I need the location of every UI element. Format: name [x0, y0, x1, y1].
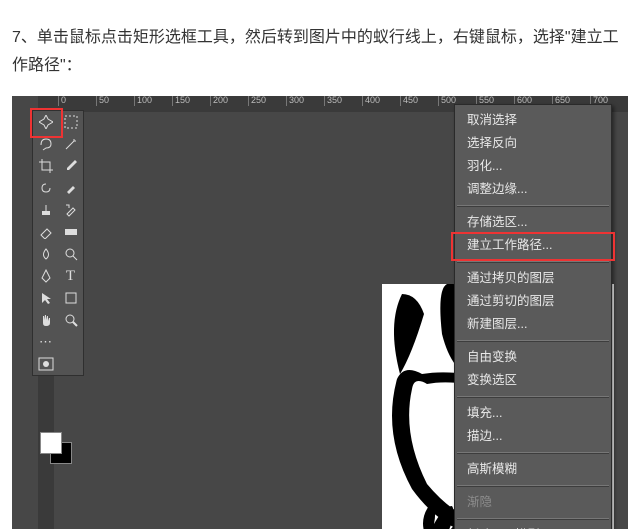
zoom-tool[interactable] — [58, 309, 83, 331]
ruler-tick: 0 — [58, 96, 66, 106]
edit-toolbar[interactable]: ⋯ — [33, 331, 58, 353]
ruler-tick: 300 — [286, 96, 304, 106]
tools-panel: T ⋯ — [32, 110, 84, 376]
context-menu-separator — [457, 261, 609, 263]
context-menu-item[interactable]: 高斯模糊 — [455, 458, 611, 481]
ruler-tick: 200 — [210, 96, 228, 106]
hand-tool[interactable] — [33, 309, 58, 331]
magic-wand-tool[interactable] — [58, 133, 83, 155]
context-menu-item[interactable]: 羽化... — [455, 155, 611, 178]
move-tool[interactable] — [33, 111, 58, 133]
context-menu-item[interactable]: 调整边缘... — [455, 178, 611, 201]
context-menu-item[interactable]: 变换选区 — [455, 369, 611, 392]
color-swatches[interactable] — [40, 432, 72, 464]
ruler-tick: 350 — [324, 96, 342, 106]
quick-mask-toggle[interactable] — [33, 353, 58, 375]
gradient-tool[interactable] — [58, 221, 83, 243]
ruler-tick: 150 — [172, 96, 190, 106]
ruler-tick: 100 — [134, 96, 152, 106]
photoshop-screenshot: 0501001502002503003504004505005506006507… — [12, 96, 628, 529]
context-menu-item[interactable]: 新建 3D 模型 — [455, 524, 611, 529]
step-instruction: 7、单击鼠标点击矩形选框工具，然后转到图片中的蚁行线上，右键鼠标，选择"建立工作… — [12, 24, 628, 80]
context-menu-item[interactable]: 建立工作路径... — [455, 234, 611, 257]
context-menu-item[interactable]: 新建图层... — [455, 313, 611, 336]
ruler-tick: 250 — [248, 96, 266, 106]
eraser-tool[interactable] — [33, 221, 58, 243]
context-menu-item[interactable]: 通过拷贝的图层 — [455, 267, 611, 290]
context-menu-item[interactable]: 自由变换 — [455, 346, 611, 369]
context-menu-item[interactable]: 填充... — [455, 402, 611, 425]
healing-brush-tool[interactable] — [33, 177, 58, 199]
path-selection-tool[interactable] — [33, 287, 58, 309]
dodge-tool[interactable] — [58, 243, 83, 265]
context-menu-separator — [457, 340, 609, 342]
clone-stamp-tool[interactable] — [33, 199, 58, 221]
blur-tool[interactable] — [33, 243, 58, 265]
context-menu-separator — [457, 518, 609, 520]
ruler-tick: 50 — [96, 96, 109, 106]
ruler-tick: 400 — [362, 96, 380, 106]
context-menu-item: 渐隐 — [455, 491, 611, 514]
context-menu-separator — [457, 452, 609, 454]
crop-tool[interactable] — [33, 155, 58, 177]
foreground-color-swatch[interactable] — [40, 432, 62, 454]
history-brush-tool[interactable] — [58, 199, 83, 221]
context-menu-separator — [457, 396, 609, 398]
type-tool[interactable]: T — [58, 265, 83, 287]
rectangular-marquee-tool[interactable] — [58, 111, 83, 133]
pen-tool[interactable] — [33, 265, 58, 287]
context-menu-item[interactable]: 存储选区... — [455, 211, 611, 234]
context-menu-item[interactable]: 选择反向 — [455, 132, 611, 155]
lasso-tool[interactable] — [33, 133, 58, 155]
context-menu-item[interactable]: 取消选择 — [455, 109, 611, 132]
brush-tool[interactable] — [58, 177, 83, 199]
ruler-tick: 450 — [400, 96, 418, 106]
context-menu: 取消选择选择反向羽化...调整边缘... 存储选区...建立工作路径... 通过拷贝… — [454, 104, 612, 529]
eyedropper-tool[interactable] — [58, 155, 83, 177]
shape-tool[interactable] — [58, 287, 83, 309]
context-menu-item[interactable]: 描边... — [455, 425, 611, 448]
context-menu-separator — [457, 205, 609, 207]
context-menu-item[interactable]: 通过剪切的图层 — [455, 290, 611, 313]
context-menu-separator — [457, 485, 609, 487]
